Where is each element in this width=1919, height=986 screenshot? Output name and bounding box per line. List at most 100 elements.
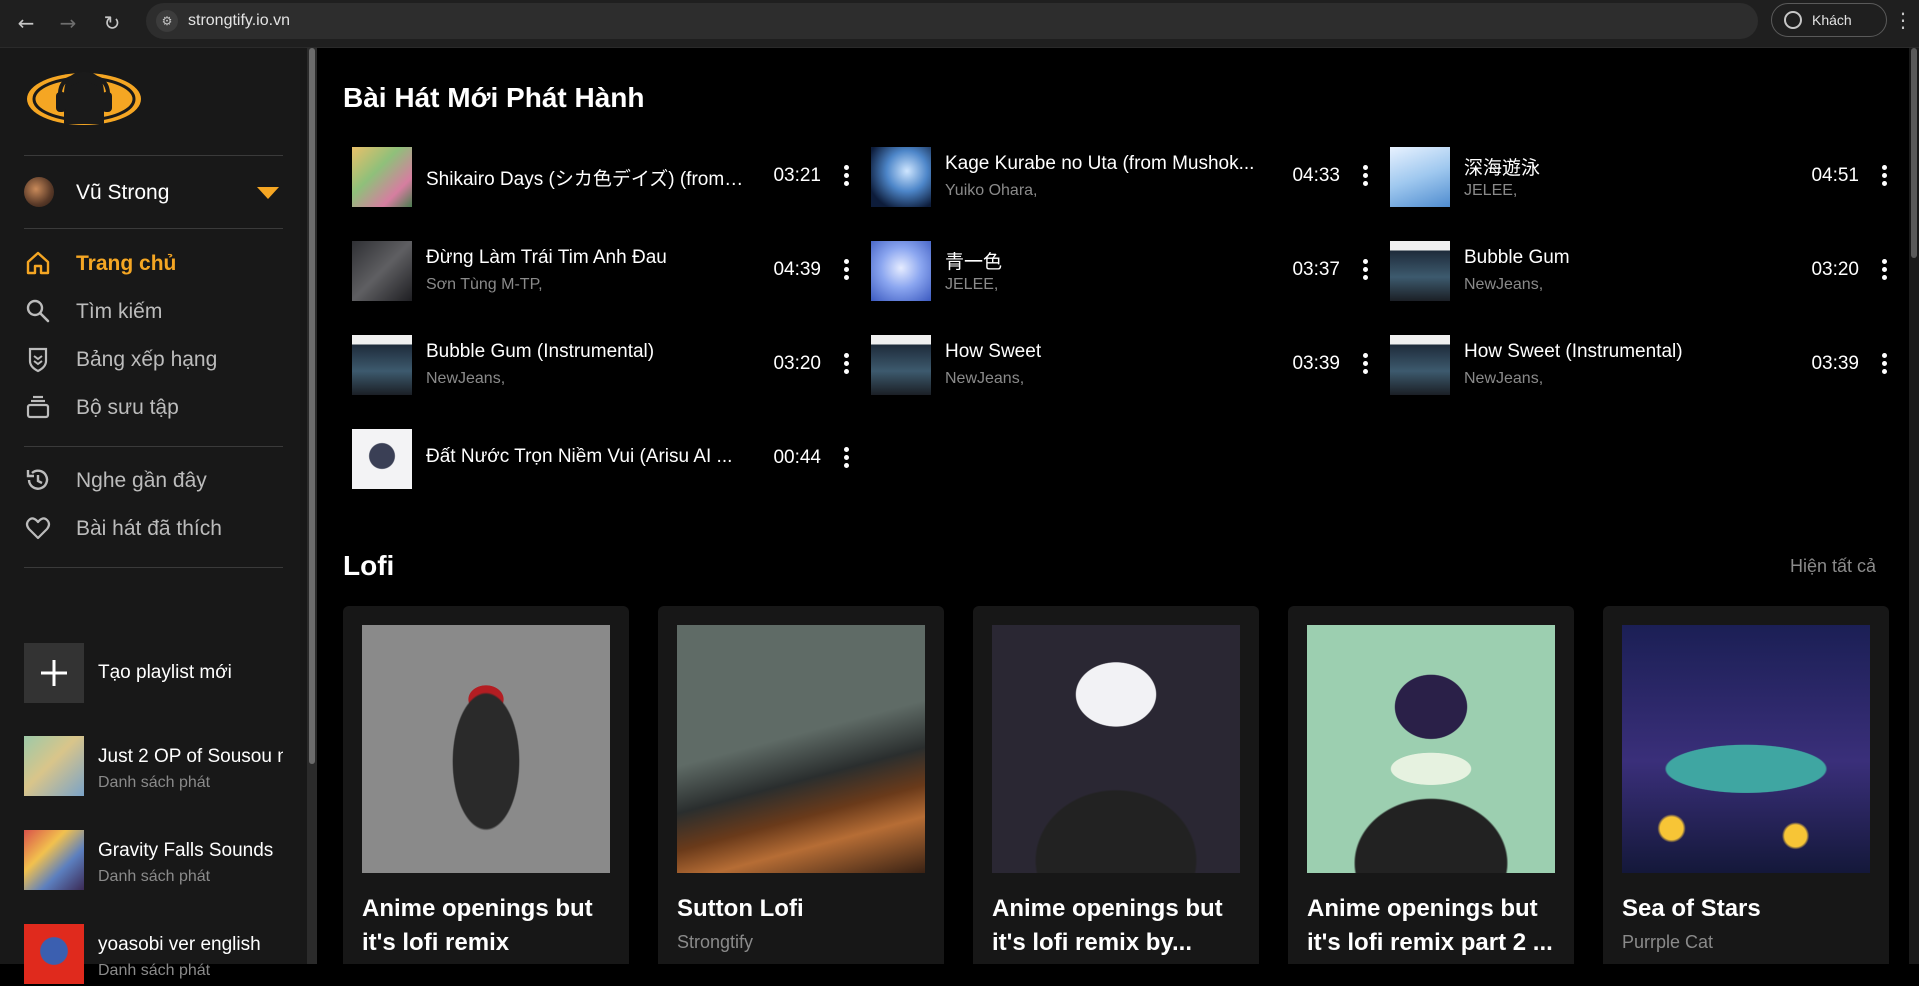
playlist-title: Gravity Falls Sounds (98, 840, 274, 861)
song-row[interactable]: 青一色 JELEE, 03:37 (871, 238, 1376, 304)
song-row[interactable]: Kage Kurabe no Uta (from Mushok... Yuiko… (871, 144, 1376, 210)
card-cover (1622, 625, 1870, 873)
playlist-card[interactable]: Anime openings but it's lofi remix part … (1288, 606, 1574, 964)
song-title: Bubble Gum (1464, 247, 1570, 268)
site-settings-icon[interactable]: ⚙ (156, 10, 178, 32)
song-row[interactable]: Đừng Làm Trái Tim Anh Đau Sơn Tùng M-TP,… (352, 238, 857, 304)
song-duration: 03:39 (1292, 353, 1340, 374)
song-row[interactable]: 深海遊泳 JELEE, 04:51 (1390, 144, 1895, 210)
song-artist: NewJeans, (426, 370, 506, 387)
song-row[interactable]: Đất Nước Trọn Niềm Vui (Arisu AI ... 00:… (352, 426, 857, 492)
divider (24, 567, 283, 568)
song-row[interactable]: How Sweet (Instrumental) NewJeans, 03:39 (1390, 332, 1895, 398)
section-title-new-releases: Bài Hát Mới Phát Hành (343, 82, 645, 113)
more-options-icon[interactable] (843, 447, 849, 469)
more-options-icon[interactable] (1881, 353, 1887, 375)
nav-liked[interactable]: Bài hát đã thích (24, 510, 283, 546)
more-options-icon[interactable] (1362, 353, 1368, 375)
browser-menu-icon[interactable]: ⋮ (1893, 8, 1913, 33)
playlist-cover (24, 924, 84, 984)
reload-button[interactable]: ↻ (97, 8, 127, 38)
playlist-item[interactable]: Just 2 OP of Sousou no Frieren Danh sách… (24, 736, 283, 798)
main-scrollbar-thumb[interactable] (1911, 48, 1917, 258)
playlist-title: Just 2 OP of Sousou no Frieren (98, 746, 283, 767)
create-playlist-label: Tạo playlist mới (98, 662, 232, 683)
song-artist: NewJeans, (1464, 370, 1544, 387)
song-artist: NewJeans, (945, 370, 1025, 387)
song-artist: Yuiko Ohara, (945, 182, 1038, 199)
playlist-card[interactable]: Anime openings but it's lofi remix by... (973, 606, 1259, 964)
song-title: Đừng Làm Trái Tim Anh Đau (426, 247, 667, 268)
more-options-icon[interactable] (1881, 259, 1887, 281)
main-content: Bài Hát Mới Phát Hành Shikairo Days (シカ色… (317, 48, 1909, 964)
card-title: Anime openings but it's lofi remix by... (992, 895, 1223, 956)
profile-icon (1784, 11, 1802, 29)
nav-search[interactable]: Tìm kiếm (24, 293, 283, 329)
playlist-item[interactable]: yoasobi ver english Danh sách phát (24, 924, 283, 986)
divider (24, 155, 283, 156)
show-all-link[interactable]: Hiện tất cả (1790, 556, 1876, 577)
create-playlist-button[interactable]: Tạo playlist mới (24, 643, 283, 705)
song-duration: 00:44 (773, 447, 821, 468)
card-cover (362, 625, 610, 873)
card-cover (677, 625, 925, 873)
user-menu[interactable]: Vũ Strong (24, 175, 283, 209)
home-icon (26, 251, 50, 275)
song-title: How Sweet (Instrumental) (1464, 341, 1683, 362)
more-options-icon[interactable] (1362, 259, 1368, 281)
sidebar: Vũ Strong Trang chủ Tìm kiếm Bảng xếp hạ… (0, 48, 307, 984)
song-row[interactable]: Bubble Gum NewJeans, 03:20 (1390, 238, 1895, 304)
strongtify-logo[interactable] (24, 66, 144, 132)
song-duration: 03:20 (773, 353, 821, 374)
avatar (24, 177, 54, 207)
more-options-icon[interactable] (1881, 165, 1887, 187)
divider (24, 228, 283, 229)
nav-home[interactable]: Trang chủ (24, 245, 283, 281)
plus-icon (24, 643, 84, 703)
song-cover (352, 147, 412, 207)
more-options-icon[interactable] (843, 165, 849, 187)
song-duration: 03:21 (773, 165, 821, 186)
song-cover (1390, 147, 1450, 207)
song-row[interactable]: Shikairo Days (シカ色デイズ) (from ... 03:21 (352, 144, 857, 210)
song-title: Đất Nước Trọn Niềm Vui (Arisu AI ... (426, 446, 733, 467)
back-button[interactable]: ← (11, 8, 41, 38)
song-cover (1390, 241, 1450, 301)
song-title: 青一色 (945, 252, 1003, 273)
more-options-icon[interactable] (1362, 165, 1368, 187)
collection-icon (26, 395, 50, 419)
url-text[interactable]: strongtify.io.vn (188, 12, 290, 30)
song-cover (871, 335, 931, 395)
nav-collection[interactable]: Bộ sưu tập (24, 389, 283, 425)
song-row[interactable]: Bubble Gum (Instrumental) NewJeans, 03:2… (352, 332, 857, 398)
sidebar-scrollbar-thumb[interactable] (309, 48, 315, 764)
address-bar[interactable]: ⚙ strongtify.io.vn (146, 3, 1758, 39)
caret-down-icon[interactable] (257, 187, 279, 199)
song-row[interactable]: How Sweet NewJeans, 03:39 (871, 332, 1376, 398)
playlist-item[interactable]: Gravity Falls Sounds Danh sách phát (24, 830, 283, 892)
nav-ranking[interactable]: Bảng xếp hạng (24, 341, 283, 377)
playlist-card[interactable]: Sea of Stars Purrple Cat (1603, 606, 1889, 964)
profile-button[interactable]: Khách (1771, 3, 1887, 37)
playlist-subtitle: Danh sách phát (98, 774, 211, 791)
playlist-card[interactable]: Sutton Lofi Strongtify (658, 606, 944, 964)
card-title: Sutton Lofi (677, 895, 804, 922)
forward-button[interactable]: → (53, 8, 83, 38)
card-cover (992, 625, 1240, 873)
song-title: How Sweet (945, 341, 1042, 362)
song-duration: 04:39 (773, 259, 821, 280)
card-subtitle: Strongtify (677, 932, 754, 952)
more-options-icon[interactable] (843, 353, 849, 375)
nav-recent[interactable]: Nghe gần đây (24, 462, 283, 498)
song-cover (352, 241, 412, 301)
song-title: Bubble Gum (Instrumental) (426, 341, 655, 362)
history-icon (26, 469, 49, 490)
more-options-icon[interactable] (843, 259, 849, 281)
song-title: Kage Kurabe no Uta (from Mushok... (945, 153, 1255, 174)
playlist-card[interactable]: Anime openings but it's lofi remix (343, 606, 629, 964)
rank-shield-icon (28, 347, 48, 373)
user-name: Vũ Strong (76, 181, 170, 204)
card-title: Sea of Stars (1622, 895, 1761, 922)
song-cover (1390, 335, 1450, 395)
heart-icon (25, 517, 51, 540)
